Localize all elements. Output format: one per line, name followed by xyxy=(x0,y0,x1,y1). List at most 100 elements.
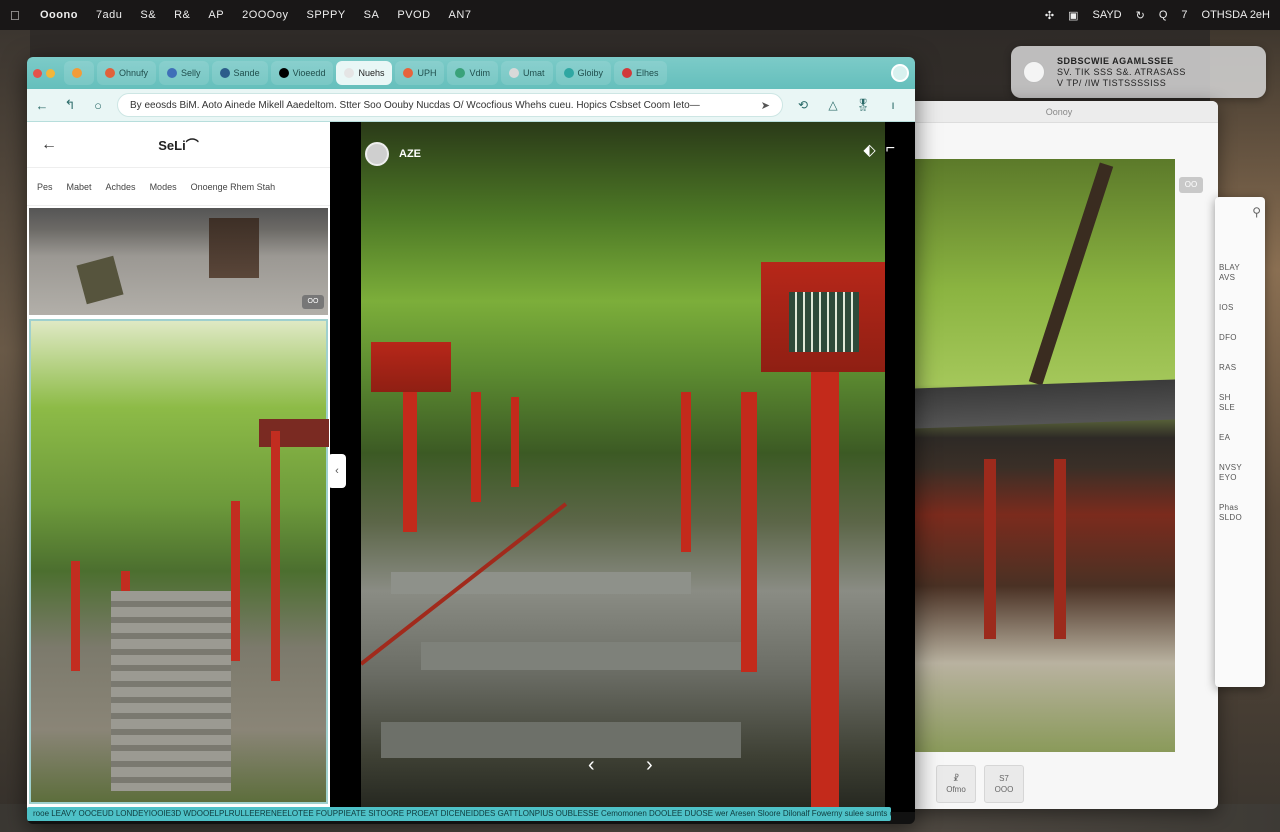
gallery-thumbnail-stone-lantern[interactable]: OO xyxy=(29,208,328,315)
browser-tab[interactable]: UPH xyxy=(395,61,445,85)
browser-tab[interactable] xyxy=(64,61,94,85)
profile-avatar[interactable] xyxy=(891,64,909,82)
info-item[interactable]: DFO xyxy=(1219,333,1261,343)
photos-titlebar[interactable]: Oonoy xyxy=(900,101,1218,123)
photos-window[interactable]: Oonoy OO ☧ Ofmo S7 OOO xyxy=(900,101,1218,809)
window-controls xyxy=(33,68,55,78)
history-icon[interactable]: ⟲ xyxy=(793,98,813,112)
info-search-icon[interactable]: ⚲ xyxy=(1219,205,1261,219)
info-item[interactable]: BLAY AVS xyxy=(1219,263,1261,283)
menu-item-7[interactable]: SA xyxy=(364,9,380,21)
favorite-icon[interactable]: ⬖ xyxy=(863,140,875,160)
tab-label: Elhes xyxy=(636,68,659,78)
browser-tab[interactable]: Vdim xyxy=(447,61,498,85)
menu-item-6[interactable]: SPPPY xyxy=(306,9,345,21)
sync-icon[interactable]: ↻ xyxy=(1136,9,1145,22)
browser-tab[interactable]: Vioeedd xyxy=(270,61,334,85)
info-item[interactable]: NVSY EYO xyxy=(1219,463,1261,483)
wifi-icon[interactable]: 7 xyxy=(1181,9,1187,21)
menubar-status-area: ✣ ▣ SAYD ↻ Q 7 OTHSDA 2eH xyxy=(1045,9,1270,22)
photos-footer-button-2[interactable]: S7 OOO xyxy=(984,765,1024,803)
tab-label: Umat xyxy=(523,68,545,78)
forward-button[interactable]: ↰ xyxy=(61,97,79,113)
go-arrow-icon[interactable]: ➤ xyxy=(761,99,770,112)
clock-text[interactable]: OTHSDA 2eH xyxy=(1202,9,1270,21)
more-menu-icon[interactable]: ı xyxy=(883,98,903,112)
footer-label-2: OOO xyxy=(994,785,1014,794)
display-icon[interactable]: ▣ xyxy=(1068,9,1078,22)
control-center-icon[interactable]: ✣ xyxy=(1045,9,1054,22)
gallery-thumbnail-torii-path[interactable] xyxy=(29,319,329,804)
filter-item[interactable]: Mabet xyxy=(67,182,92,192)
browser-tab[interactable]: Nuehs xyxy=(336,61,393,85)
temple-pillar xyxy=(1054,459,1066,639)
filter-item[interactable]: Pes xyxy=(37,182,53,192)
menu-item-4[interactable]: AP xyxy=(208,9,224,21)
filter-item[interactable]: Modes xyxy=(150,182,177,192)
stone-rock xyxy=(76,255,124,305)
image-viewer[interactable]: AZE ⬖ ⌐ ‹ › ‹ xyxy=(328,122,915,812)
browser-tab[interactable]: Elhes xyxy=(614,61,667,85)
stone-stairs xyxy=(111,591,231,791)
extension-icon[interactable]: 🎖 xyxy=(853,98,873,112)
apple-menu-icon[interactable]:  xyxy=(10,8,26,23)
browser-tab[interactable]: Selly xyxy=(159,61,209,85)
info-item[interactable]: SH SLE xyxy=(1219,393,1261,413)
menu-item-5[interactable]: 2OOOoy xyxy=(242,9,288,21)
menu-item-9[interactable]: AN7 xyxy=(449,9,472,21)
tab-label: Nuehs xyxy=(358,68,385,78)
minimize-window-button[interactable] xyxy=(46,68,55,78)
info-item[interactable]: RAS xyxy=(1219,363,1261,373)
temple-photo[interactable] xyxy=(914,159,1175,752)
search-icon[interactable]: Q xyxy=(1159,9,1168,21)
close-window-button[interactable] xyxy=(33,68,42,78)
share-icon[interactable]: △ xyxy=(823,98,843,112)
stone-step xyxy=(421,642,741,670)
next-image-button[interactable]: › xyxy=(646,754,653,777)
tab-favicon-icon xyxy=(622,68,633,78)
info-item[interactable]: IOS xyxy=(1219,303,1261,313)
tab-label: UPH xyxy=(417,68,437,78)
menu-item-2[interactable]: S& xyxy=(140,9,156,21)
lantern-window xyxy=(789,292,859,352)
tab-label: Gloiby xyxy=(577,68,604,78)
wallpaper-left xyxy=(0,30,30,830)
gallery-header: ← SeLi⌒ xyxy=(27,122,330,168)
browser-tab[interactable]: Umat xyxy=(501,61,553,85)
reload-button[interactable]: ○ xyxy=(89,98,107,113)
filter-item[interactable]: Achdes xyxy=(106,182,136,192)
menu-item-3[interactable]: R& xyxy=(174,9,190,21)
photos-footer-button-1[interactable]: ☧ Ofmo xyxy=(936,765,976,803)
stone-step xyxy=(391,572,691,594)
main-photo-torii-stairs[interactable] xyxy=(361,122,885,812)
filter-item[interactable]: Onoenge Rhem Stah xyxy=(191,182,276,192)
tab-favicon-icon xyxy=(167,68,178,78)
browser-tab[interactable]: Ohnufy xyxy=(97,61,157,85)
battery-status[interactable]: SAYD xyxy=(1092,9,1121,21)
tab-favicon-icon xyxy=(219,68,230,78)
browser-tab[interactable]: Sande xyxy=(211,61,268,85)
menu-icon[interactable]: ⌐ xyxy=(886,140,895,160)
previous-image-button[interactable]: ‹ xyxy=(588,754,595,777)
temple-roof xyxy=(914,379,1175,429)
notification-banner[interactable]: SDBSCWIE AGAMLSSEE SV. TIK SSS S&. ATRAS… xyxy=(1011,46,1266,98)
viewer-logo-icon[interactable] xyxy=(365,142,389,166)
gallery-back-icon[interactable]: ← xyxy=(41,136,65,154)
menu-item-1[interactable]: 7adu xyxy=(96,9,122,21)
back-button[interactable]: ← xyxy=(33,98,51,113)
collapse-panel-button[interactable]: ‹ xyxy=(328,454,346,488)
red-lantern-post xyxy=(403,382,417,532)
menu-app-name[interactable]: Ooono xyxy=(40,9,78,21)
status-strip: rooe LEAVY OOCEUD LONDEYIOOIE3D WDOOELPL… xyxy=(27,807,891,821)
photos-badge[interactable]: OO xyxy=(1179,177,1203,193)
tab-label: Ohnufy xyxy=(119,68,149,78)
tab-favicon-icon xyxy=(403,68,414,78)
menu-item-8[interactable]: PVOD xyxy=(397,9,430,21)
url-field[interactable]: By eeosds BiM. Aoto Ainede Mikell Aaedel… xyxy=(117,93,783,117)
info-item[interactable]: EA xyxy=(1219,433,1261,443)
info-item[interactable]: Phas SLDO xyxy=(1219,503,1261,523)
browser-tab[interactable]: Gloiby xyxy=(555,61,612,85)
tab-favicon-icon xyxy=(509,68,519,78)
temple-pillar xyxy=(984,459,996,639)
info-side-panel[interactable]: ⚲ BLAY AVS IOS DFO RAS SH SLE EA NVSY EY… xyxy=(1215,197,1265,687)
